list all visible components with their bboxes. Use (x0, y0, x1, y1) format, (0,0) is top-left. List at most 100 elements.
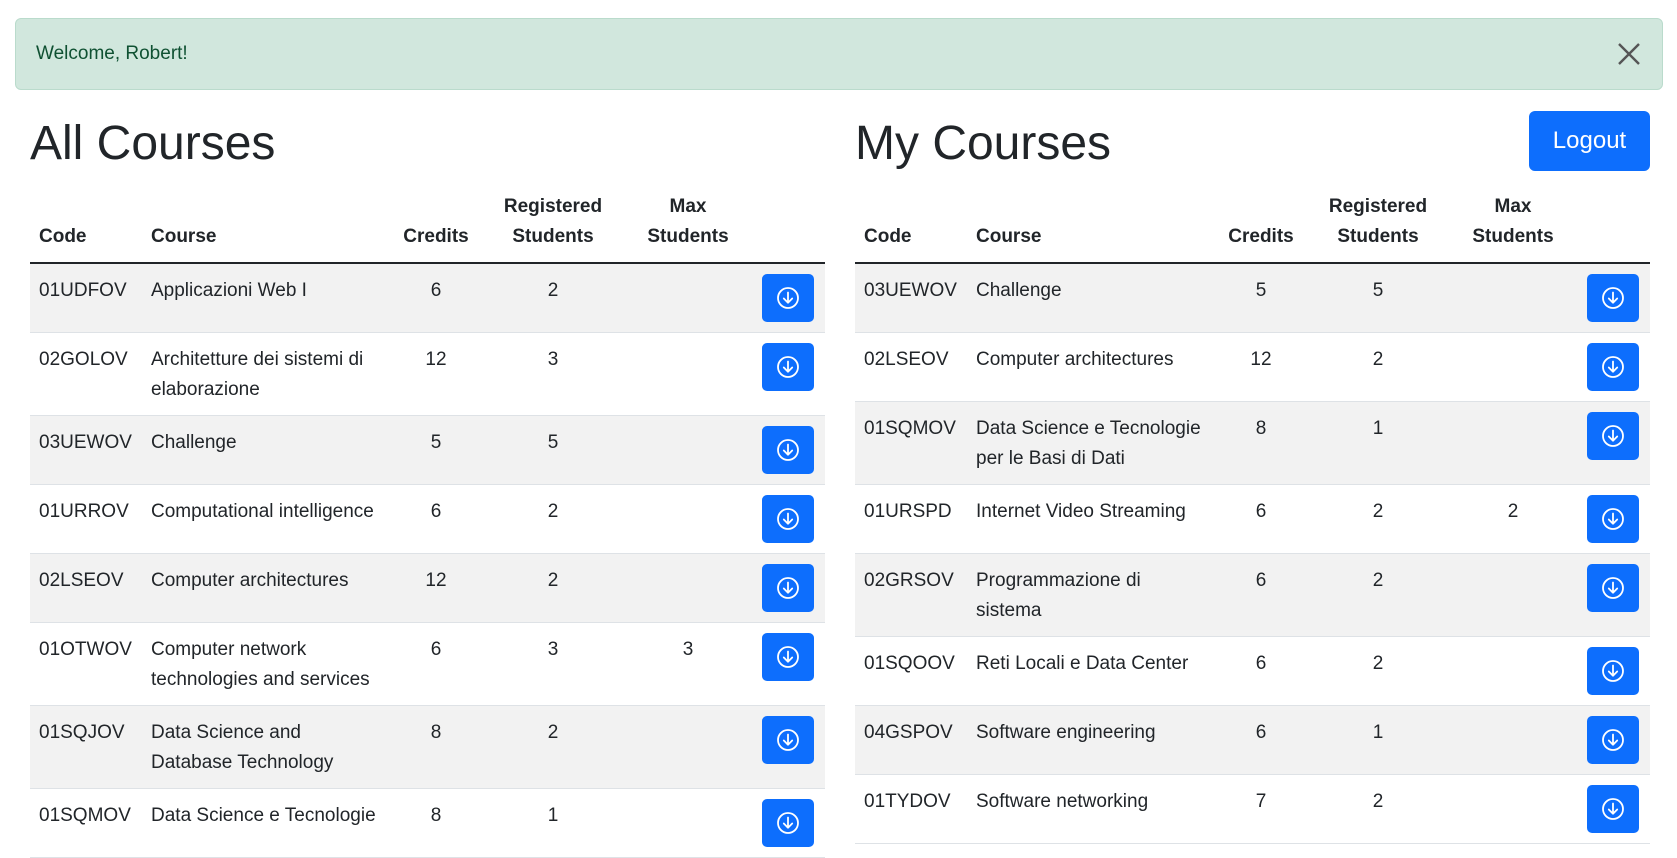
course-code: 01SQMOV (855, 401, 967, 485)
course-name: Computer architectures (142, 553, 392, 623)
course-registered: 2 (480, 705, 626, 789)
course-code: 02GRSOV (855, 553, 967, 637)
action-cell (750, 553, 825, 623)
action-cell (1575, 401, 1650, 485)
table-row: 03UEWOV Challenge 5 5 (30, 415, 825, 485)
arrow-down-circle-icon (1602, 798, 1624, 820)
course-registered: 2 (1305, 636, 1451, 706)
download-button[interactable] (762, 343, 814, 391)
course-max (626, 263, 750, 333)
arrow-down-circle-icon (1602, 287, 1624, 309)
course-max (1451, 636, 1575, 706)
header-code: Code (855, 188, 967, 264)
course-name: Programmazione di sistema (967, 553, 1217, 637)
course-name: Architetture dei sistemi di elaborazione (142, 332, 392, 416)
download-button[interactable] (762, 274, 814, 322)
arrow-down-circle-icon (777, 646, 799, 668)
download-button[interactable] (1587, 274, 1639, 322)
action-cell (1575, 263, 1650, 333)
course-credits: 6 (1217, 553, 1305, 637)
course-max (626, 705, 750, 789)
table-row: 01SQMOV Data Science e Tecnologie 8 1 (30, 788, 825, 858)
download-button[interactable] (762, 426, 814, 474)
course-registered: 1 (480, 788, 626, 858)
course-credits: 8 (1217, 401, 1305, 485)
logout-button[interactable]: Logout (1529, 111, 1650, 171)
table-row: 01OTWOV Computer network technologies and… (30, 622, 825, 706)
download-button[interactable] (1587, 716, 1639, 764)
course-credits: 8 (392, 705, 480, 789)
download-button[interactable] (1587, 564, 1639, 612)
table-row: 01TYDOV Software networking 7 2 (855, 774, 1650, 844)
download-button[interactable] (1587, 785, 1639, 833)
download-button[interactable] (762, 564, 814, 612)
course-code: 01SQMOV (30, 788, 142, 858)
course-registered: 1 (1305, 401, 1451, 485)
action-cell (750, 788, 825, 858)
table-row: 04GSPOV Software engineering 6 1 (855, 705, 1650, 775)
action-cell (1575, 553, 1650, 637)
download-button[interactable] (762, 633, 814, 681)
course-code: 02LSEOV (855, 332, 967, 402)
action-cell (750, 415, 825, 485)
course-code: 01TYDOV (855, 774, 967, 844)
action-cell (750, 263, 825, 333)
course-code: 02LSEOV (30, 553, 142, 623)
table-row: 01SQOOV Reti Locali e Data Center 6 2 (855, 636, 1650, 706)
arrow-down-circle-icon (777, 729, 799, 751)
welcome-alert: Welcome, Robert! (15, 18, 1663, 90)
arrow-down-circle-icon (1602, 356, 1624, 378)
close-icon[interactable] (1614, 39, 1644, 69)
course-code: 04GSPOV (855, 705, 967, 775)
table-row: 01URROV Computational intelligence 6 2 (30, 484, 825, 554)
download-button[interactable] (762, 799, 814, 847)
course-name: Applicazioni Web I (142, 263, 392, 333)
course-credits: 12 (1217, 332, 1305, 402)
course-max (626, 415, 750, 485)
course-name: Computer architectures (967, 332, 1217, 402)
course-credits: 6 (1217, 636, 1305, 706)
table-row: 01SQJOV Data Science and Database Technol… (30, 705, 825, 789)
course-max (1451, 332, 1575, 402)
table-header-row: Code Course Credits Registered Students Max … (855, 188, 1650, 264)
course-registered: 2 (1305, 484, 1451, 554)
header-code: Code (30, 188, 142, 264)
download-button[interactable] (1587, 647, 1639, 695)
course-name: Software networking (967, 774, 1217, 844)
course-code: 01URROV (30, 484, 142, 554)
course-max (1451, 401, 1575, 485)
table-row: 01UDFOV Applicazioni Web I62 (30, 263, 825, 333)
course-registered: 2 (1305, 774, 1451, 844)
action-cell (750, 484, 825, 554)
all-courses-table: Code Course Credits Registered Students Max … (30, 188, 825, 858)
course-code: 03UEWOV (855, 263, 967, 333)
course-name: Data Science and Database Technology (142, 705, 392, 789)
download-button[interactable] (1587, 412, 1639, 460)
download-button[interactable] (1587, 495, 1639, 543)
action-cell (1575, 332, 1650, 402)
action-cell (750, 332, 825, 416)
course-credits: 12 (392, 332, 480, 416)
arrow-down-circle-icon (777, 812, 799, 834)
arrow-down-circle-icon (1602, 577, 1624, 599)
course-max (626, 332, 750, 416)
course-max (1451, 774, 1575, 844)
course-code: 01UDFOV (30, 263, 142, 333)
course-name: Reti Locali e Data Center (967, 636, 1217, 706)
my-courses-title: My Courses (855, 117, 1112, 170)
action-cell (1575, 774, 1650, 844)
course-credits: 6 (392, 263, 480, 333)
course-registered: 5 (480, 415, 626, 485)
course-name: Challenge (967, 263, 1217, 333)
course-registered: 3 (480, 622, 626, 706)
course-code: 01SQJOV (30, 705, 142, 789)
table-row: 02LSEOV Computer architectures 12 2 (855, 332, 1650, 402)
download-button[interactable] (762, 495, 814, 543)
course-max (1451, 553, 1575, 637)
table-row: 02LSEOV Computer architectures 12 2 (30, 553, 825, 623)
course-name: Data Science e Tecnologie (142, 788, 392, 858)
download-button[interactable] (1587, 343, 1639, 391)
download-button[interactable] (762, 716, 814, 764)
table-header-row: Code Course Credits Registered Students Max … (30, 188, 825, 264)
header-credits: Credits (392, 188, 480, 264)
